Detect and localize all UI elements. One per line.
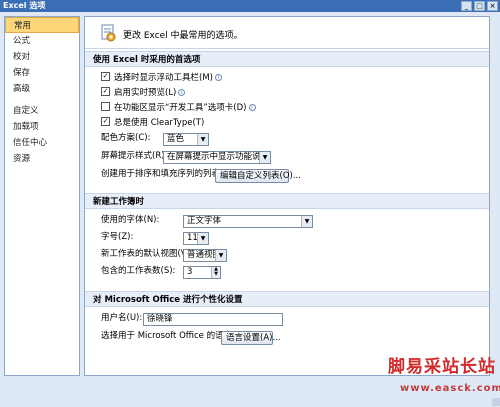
default-view-select[interactable]: 普通视图 ▼ [183, 249, 227, 262]
options-main-panel: 更改 Excel 中最常用的选项。 使用 Excel 时采用的首选项 ✓ 选择时显… [84, 16, 490, 376]
sidebar-item-addins[interactable]: 加载项 [5, 119, 79, 135]
sidebar-item-save[interactable]: 保存 [5, 65, 79, 81]
edit-custom-lists-button[interactable]: 编辑自定义列表(O)... [215, 169, 301, 183]
chevron-down-icon: ▼ [197, 233, 208, 244]
default-view-label: 新工作表的默认视图(V): [101, 249, 193, 259]
panel-header-text: 更改 Excel 中最常用的选项。 [123, 31, 243, 41]
watermark-url: www.easck.com [400, 383, 500, 394]
sidebar-item-formulas[interactable]: 公式 [5, 33, 79, 49]
font-size-row: 字号(Z): 11 ▼ [85, 230, 489, 247]
tooltip-style-value: 在屏幕提示中显示功能说明 [167, 152, 270, 162]
panel-header: 更改 Excel 中最常用的选项。 [85, 17, 489, 49]
color-scheme-label: 配色方案(C): [101, 133, 151, 143]
sheet-count-row: 包含的工作表数(S): 3 ▲ ▼ [85, 264, 489, 281]
maximize-button[interactable]: □ [474, 1, 485, 11]
chevron-down-icon: ▼ [215, 250, 226, 261]
checkbox[interactable]: ✓ [101, 117, 110, 126]
option-mini-toolbar[interactable]: ✓ 选择时显示浮动工具栏(M) i [85, 71, 489, 86]
sheet-count-stepper[interactable]: 3 ▲ ▼ [183, 266, 221, 279]
custom-list-label: 创建用于排序和填充序列的列表: [101, 169, 223, 179]
info-icon: i [248, 104, 256, 111]
tooltip-style-row: 屏幕提示样式(R): 在屏幕提示中显示功能说明 ▼ [85, 149, 489, 167]
option-developer-tab[interactable]: 在功能区显示“开发工具”选项卡(D) i [85, 101, 489, 116]
font-label: 使用的字体(N): [101, 215, 160, 225]
sheet-count-label: 包含的工作表数(S): [101, 266, 176, 276]
checkbox[interactable] [101, 102, 110, 111]
window-titlebar: Excel 选项 _ □ × [0, 0, 500, 12]
checkbox[interactable]: ✓ [101, 87, 110, 96]
color-scheme-row: 配色方案(C): 蓝色 ▼ [85, 131, 489, 149]
info-icon: i [178, 89, 186, 96]
tooltip-style-select[interactable]: 在屏幕提示中显示功能说明 ▼ [163, 151, 271, 164]
option-live-preview[interactable]: ✓ 启用实时预览(L) i [85, 86, 489, 101]
close-button[interactable]: × [487, 1, 498, 11]
chevron-down-icon: ▼ [259, 152, 270, 163]
window-title: Excel 选项 [3, 1, 46, 10]
settings-document-icon [101, 24, 116, 42]
info-icon: i [214, 74, 222, 81]
checkbox-label: 启用实时预览(L) [114, 88, 177, 98]
chevron-down-icon: ▼ [197, 134, 208, 145]
font-select[interactable]: 正文字体 ▼ [183, 215, 313, 228]
tooltip-style-label: 屏幕提示样式(R): [101, 151, 168, 161]
section-title-personalize: 对 Microsoft Office 进行个性化设置 [85, 291, 489, 307]
sheet-count-value: 3 [187, 267, 193, 277]
sidebar-item-advanced[interactable]: 高级 [5, 81, 79, 97]
font-size-label: 字号(Z): [101, 232, 134, 242]
sidebar-item-proofing[interactable]: 校对 [5, 49, 79, 65]
checkbox-label: 在功能区显示“开发工具”选项卡(D) [114, 103, 247, 113]
sidebar-item-resources[interactable]: 资源 [5, 151, 79, 167]
sidebar-item-customize[interactable]: 自定义 [5, 103, 79, 119]
color-scheme-value: 蓝色 [167, 134, 185, 144]
chevron-down-icon: ▼ [301, 216, 312, 227]
sidebar-item-general[interactable]: 常用 [5, 17, 79, 33]
sidebar-item-trust-center[interactable]: 信任中心 [5, 135, 79, 151]
spin-arrows-icon[interactable]: ▲ ▼ [211, 267, 220, 278]
username-field[interactable]: 徐晓锋 [143, 313, 283, 326]
window-controls: _ □ × [461, 1, 498, 11]
checkbox-label: 总是使用 ClearType(T) [114, 118, 205, 128]
custom-list-row: 创建用于排序和填充序列的列表: 编辑自定义列表(O)... [85, 167, 489, 185]
option-cleartype[interactable]: ✓ 总是使用 ClearType(T) [85, 116, 489, 131]
font-row: 使用的字体(N): 正文字体 ▼ [85, 213, 489, 230]
font-size-select[interactable]: 11 ▼ [183, 232, 209, 245]
username-label: 用户名(U): [101, 313, 143, 323]
language-label: 选择用于 Microsoft Office 的语言: [101, 331, 235, 341]
language-row: 选择用于 Microsoft Office 的语言: 语言设置(A)... [85, 329, 489, 347]
options-sidebar: 常用 公式 校对 保存 高级 自定义 加载项 信任中心 资源 [4, 16, 80, 376]
checkbox-label: 选择时显示浮动工具栏(M) [114, 73, 213, 83]
font-value: 正文字体 [187, 216, 222, 226]
default-view-row: 新工作表的默认视图(V): 普通视图 ▼ [85, 247, 489, 264]
username-row: 用户名(U): 徐晓锋 [85, 311, 489, 329]
section-title-new-workbook: 新建工作簿时 [85, 193, 489, 209]
checkbox[interactable]: ✓ [101, 72, 110, 81]
resize-grip-icon[interactable] [492, 398, 500, 406]
section-title-preferences: 使用 Excel 时采用的首选项 [85, 51, 489, 67]
minimize-button[interactable]: _ [461, 1, 472, 11]
watermark-logo: 脚易采站长站 [388, 357, 496, 377]
language-settings-button[interactable]: 语言设置(A)... [221, 331, 281, 345]
color-scheme-select[interactable]: 蓝色 ▼ [163, 133, 209, 146]
